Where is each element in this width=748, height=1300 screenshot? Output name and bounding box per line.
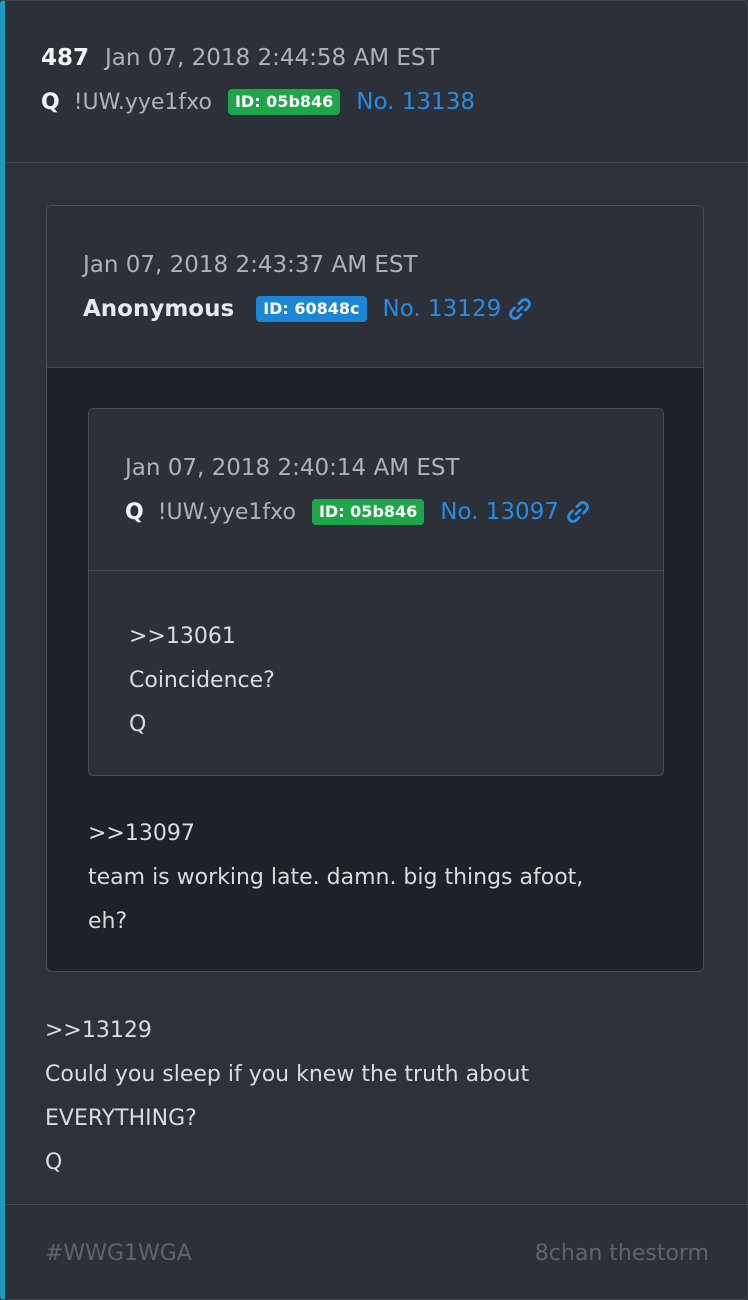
post-body-line: Could you sleep if you knew the truth ab…: [45, 1062, 530, 1087]
nested-post-tripcode: !UW.yye1fxo: [157, 499, 296, 525]
quoted-post-date: Jan 07, 2018 2:43:37 AM EST: [83, 252, 418, 278]
nested-post-line: Q: [129, 712, 147, 737]
post-footer: #WWG1WGA 8chan thestorm: [5, 1204, 747, 1299]
quoted-post-id-badge: ID: 60848c: [256, 296, 367, 322]
link-icon[interactable]: [507, 296, 533, 322]
post-body: >>13129 Could you sleep if you knew the …: [45, 1009, 529, 1185]
post-id-badge: ID: 05b846: [227, 89, 341, 115]
quoted-post-body: >>13097 team is working late. damn. big …: [88, 812, 583, 944]
post-body-line: >>13129: [45, 1018, 152, 1043]
post-card: 487 Jan 07, 2018 2:44:58 AM EST Q !UW.yy…: [0, 0, 748, 1300]
post-date: Jan 07, 2018 2:44:58 AM EST: [105, 45, 440, 71]
nested-post-date: Jan 07, 2018 2:40:14 AM EST: [125, 455, 460, 481]
quoted-post-line: >>13097: [88, 821, 195, 846]
quoted-post: Jan 07, 2018 2:43:37 AM EST Anonymous ID…: [46, 205, 704, 972]
post-author: Q: [41, 89, 60, 115]
post-body-line: EVERYTHING?: [45, 1106, 197, 1131]
link-icon[interactable]: [565, 499, 591, 525]
nested-post-body: >>13061 Coincidence? Q: [129, 615, 275, 747]
quoted-post-number-link[interactable]: No. 13129: [383, 296, 502, 322]
post-number: 487: [41, 45, 90, 71]
post-tripcode: !UW.yye1fxo: [73, 89, 212, 115]
quoted-post-line: team is working late. damn. big things a…: [88, 865, 584, 890]
nested-post-line: >>13061: [129, 624, 236, 649]
quoted-post-line: eh?: [88, 909, 128, 934]
hashtag[interactable]: #WWG1WGA: [45, 1241, 192, 1266]
nested-post-author: Q: [125, 499, 144, 525]
nested-quoted-post: Jan 07, 2018 2:40:14 AM EST Q !UW.yye1fx…: [88, 408, 664, 776]
nested-post-id-badge: ID: 05b846: [311, 499, 425, 525]
post-header: 487 Jan 07, 2018 2:44:58 AM EST Q !UW.yy…: [5, 1, 747, 163]
quoted-post-header: Jan 07, 2018 2:43:37 AM EST Anonymous ID…: [47, 206, 703, 368]
nested-quoted-post-header: Jan 07, 2018 2:40:14 AM EST Q !UW.yye1fx…: [89, 409, 663, 571]
post-number-link[interactable]: No. 13138: [356, 89, 475, 115]
post-body-line: Q: [45, 1150, 63, 1175]
nested-post-line: Coincidence?: [129, 668, 275, 693]
nested-post-number-link[interactable]: No. 13097: [440, 499, 559, 525]
source-label: 8chan thestorm: [534, 1241, 709, 1266]
quoted-post-author: Anonymous: [83, 296, 235, 322]
